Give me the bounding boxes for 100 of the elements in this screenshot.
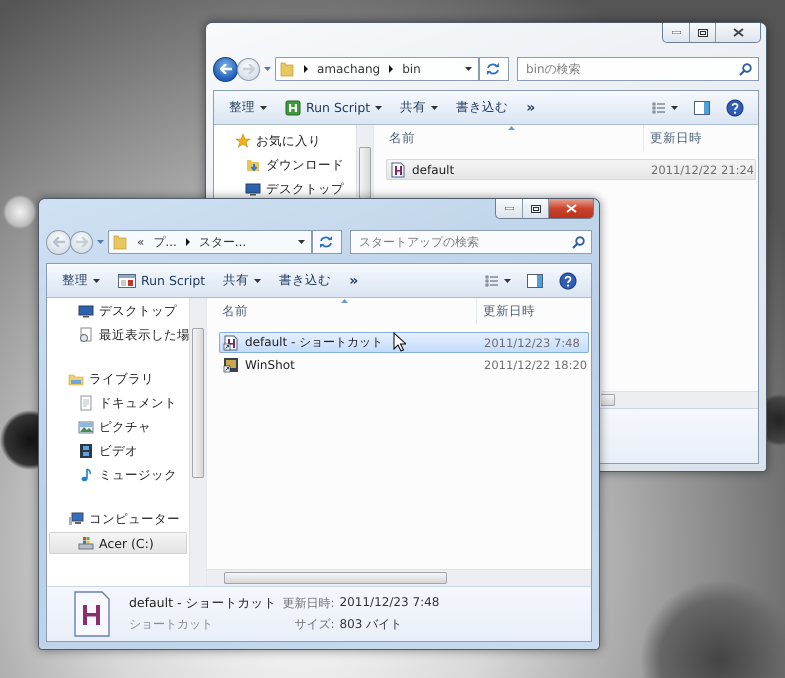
sidebar-item[interactable]: ミュージック: [49, 464, 187, 486]
close-icon: [566, 204, 576, 213]
minimize-button[interactable]: [496, 199, 522, 218]
toolbar-button[interactable]: »: [342, 268, 366, 292]
sidebar-item[interactable]: ライブラリ: [49, 368, 187, 390]
folder-icon: [112, 234, 128, 250]
column-header[interactable]: 名前: [207, 298, 477, 324]
maximize-icon: [698, 28, 708, 36]
caret-icon: [298, 240, 305, 244]
back-button[interactable]: [213, 56, 238, 82]
picture-icon: [78, 419, 94, 435]
toolbar-button[interactable]: 整理: [55, 268, 107, 292]
file-row[interactable]: default - ショートカット 2011/12/23 7:48: [219, 332, 589, 353]
refresh-button[interactable]: [479, 57, 509, 81]
monitor-icon: [245, 181, 261, 197]
address-bar[interactable]: amachang bin: [275, 57, 479, 81]
caret-icon: [375, 106, 382, 110]
file-date: 2011/12/23 7:48: [483, 336, 580, 350]
column-header[interactable]: 更新日時: [644, 125, 758, 151]
list-view-icon: [485, 274, 499, 286]
toolbar-button[interactable]: 共有: [216, 268, 268, 292]
caret-icon: [254, 278, 262, 282]
toolbar-button[interactable]: 共有: [393, 96, 446, 120]
caret-icon: [431, 106, 438, 110]
refresh-icon: [319, 235, 335, 249]
vertical-scrollbar[interactable]: [189, 298, 206, 586]
address-bar[interactable]: « プ... スター...: [108, 230, 312, 254]
vertical-scrollbar[interactable]: [356, 125, 373, 197]
search-field[interactable]: スタートアップの検索: [350, 230, 592, 254]
right-arrow-icon: [242, 64, 254, 74]
window-icon: [118, 274, 136, 288]
monitor-icon: [78, 303, 94, 319]
horizontal-scrollbar[interactable]: [207, 569, 591, 586]
toolbar-button[interactable]: 書き込む: [272, 268, 338, 292]
folder-icon: [245, 157, 261, 173]
chevron-icon: [389, 65, 394, 73]
caret-icon: [465, 67, 472, 71]
minimize-button[interactable]: [663, 23, 689, 42]
sidebar-item[interactable]: ピクチャ: [49, 416, 187, 438]
chevron-icon: [186, 238, 190, 246]
column-header[interactable]: 更新日時: [477, 298, 591, 324]
sidebar-item[interactable]: デスクトップ: [49, 300, 187, 322]
column-header[interactable]: 名前: [374, 125, 644, 151]
file-date: 2011/12/22 18:20: [483, 358, 588, 372]
sidebar-item[interactable]: お気に入り: [216, 133, 354, 149]
toolbar-button[interactable]: Run Script: [278, 96, 390, 120]
preview-pane-icon: [694, 100, 710, 114]
computer-icon: [68, 511, 84, 527]
toolbar-button[interactable]: »: [519, 96, 542, 120]
sidebar-item[interactable]: ダウンロード: [216, 157, 354, 173]
breadcrumb-segment[interactable]: bin: [402, 62, 421, 76]
sidebar-item[interactable]: ビデオ: [49, 440, 187, 462]
breadcrumb-overflow[interactable]: «: [137, 235, 144, 249]
search-placeholder: スタートアップの検索: [359, 234, 479, 250]
maximize-icon: [530, 204, 540, 212]
breadcrumb-segment[interactable]: プ...: [153, 234, 177, 250]
details-value: 2011/12/23 7:48: [340, 595, 440, 611]
document-icon: [78, 327, 94, 343]
file-row[interactable]: WinShot 2011/12/22 18:20: [219, 354, 589, 375]
film-icon: [78, 443, 94, 459]
toolbar-button[interactable]: 書き込む: [449, 96, 516, 120]
caret-icon: [504, 278, 511, 282]
horizontal-scrollbar[interactable]: [602, 391, 758, 408]
right-arrow-icon: [76, 237, 88, 247]
close-button[interactable]: [715, 23, 760, 42]
left-arrow-icon: [220, 64, 232, 74]
document-icon: [78, 395, 94, 411]
minimize-icon: [504, 207, 514, 210]
sidebar-item[interactable]: Acer (C:): [49, 532, 187, 554]
star-icon: [235, 133, 251, 149]
caret-icon: [97, 240, 104, 244]
maximize-button[interactable]: [689, 23, 715, 42]
details-file-name: default - ショートカット: [129, 595, 276, 612]
caret-icon: [671, 106, 678, 110]
help-icon: [726, 98, 744, 116]
script-file-icon: [73, 591, 111, 637]
left-arrow-icon: [52, 237, 64, 247]
file-name: default - ショートカット: [245, 334, 384, 351]
details-value: 803 バイト: [340, 616, 404, 633]
breadcrumb-segment[interactable]: スター...: [198, 234, 246, 250]
refresh-icon: [486, 62, 502, 76]
forward-button[interactable]: [70, 230, 93, 254]
help-icon: [559, 272, 577, 290]
maximize-button[interactable]: [522, 199, 548, 218]
folder-icon: [279, 61, 295, 77]
chevron-icon: [304, 65, 308, 73]
details-label: 更新日時:: [282, 595, 334, 612]
toolbar-button[interactable]: 整理: [222, 96, 274, 120]
file-date: 2011/12/22 21:24: [650, 162, 754, 176]
sidebar-item[interactable]: デスクトップ: [216, 181, 354, 197]
search-field[interactable]: binの検索: [517, 57, 759, 81]
breadcrumb-segment[interactable]: amachang: [317, 62, 380, 76]
sidebar-item[interactable]: コンピューター: [49, 508, 187, 530]
toolbar-button[interactable]: Run Script: [111, 268, 212, 292]
close-button[interactable]: [548, 199, 593, 218]
mouse-cursor-icon: [393, 332, 406, 352]
refresh-button[interactable]: [312, 230, 342, 254]
sidebar-item[interactable]: ドキュメント: [49, 392, 187, 414]
file-row[interactable]: default 2011/12/22 21:24: [386, 159, 756, 180]
minimize-icon: [672, 31, 680, 34]
